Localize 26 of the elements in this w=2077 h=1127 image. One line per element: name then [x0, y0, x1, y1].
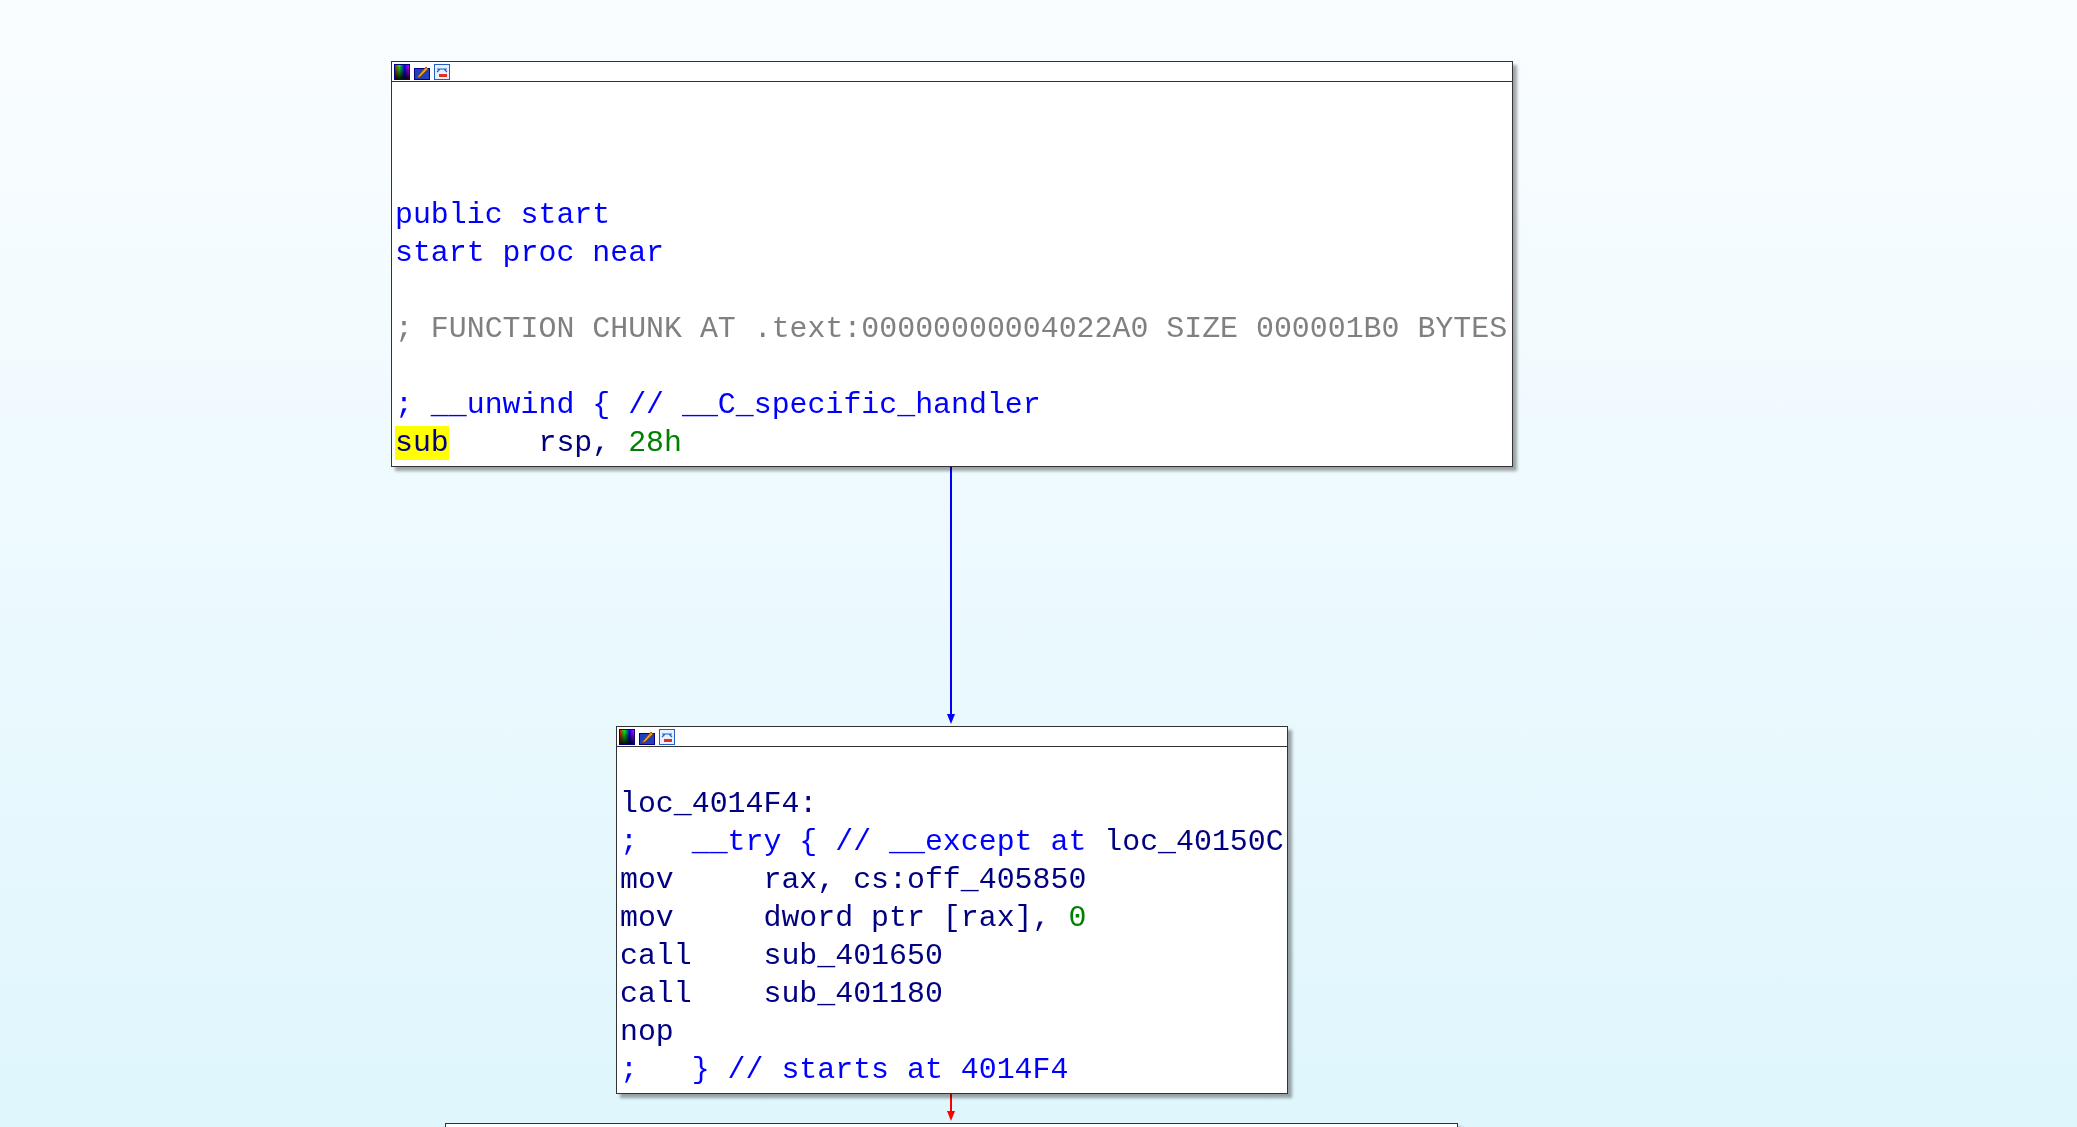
mnemonic: sub — [395, 426, 449, 460]
node-title-bar[interactable] — [392, 62, 1512, 82]
graph-node[interactable]: loc_4014F4: ; __try { // __except at loc_40150C mov rax, cs:off_405850 mov dword ptr [rax], 0 call sub_401650 call sub_401180 nop ; } // starts at 4014F4 — [616, 726, 1288, 1094]
operands: sub_401180 — [763, 976, 943, 1013]
graph-icon[interactable] — [434, 63, 450, 80]
asm-line: ; } // starts at 4014F4 — [620, 1053, 1069, 1087]
operands: rsp, 28h — [538, 425, 682, 462]
mnemonic: call — [620, 977, 692, 1011]
asm-line: ; FUNCTION CHUNK AT .text:00000000004022A0 SIZE 000001B0 BYTES — [395, 312, 1508, 346]
mnemonic: nop — [620, 1015, 674, 1049]
asm-line: loc_4014F4: — [620, 787, 818, 821]
palette-icon[interactable] — [619, 728, 635, 745]
operands: dword ptr [rax], 0 — [763, 900, 1087, 937]
mnemonic: mov — [620, 863, 674, 897]
operands: rax, cs:off_405850 — [763, 862, 1087, 899]
graph-node[interactable]: public start start proc near ; FUNCTION CHUNK AT .text:00000000004022A0 SIZE 000001B0 BYTES ; __unwind { // __C_specific_handler sub rsp, 28h — [391, 61, 1513, 467]
palette-icon[interactable] — [394, 63, 410, 80]
asm-line: ; __unwind { // __C_specific_handler — [395, 388, 1041, 422]
graph-icon[interactable] — [659, 728, 675, 745]
asm-line: ; __try { // __except at loc_40150C — [620, 825, 1284, 859]
asm-line: public start — [395, 198, 611, 232]
mnemonic: mov — [620, 901, 674, 935]
asm-line: start proc near — [395, 236, 665, 270]
node-title-bar[interactable] — [617, 727, 1287, 747]
mnemonic: call — [620, 939, 692, 973]
operands: sub_401650 — [763, 938, 943, 975]
